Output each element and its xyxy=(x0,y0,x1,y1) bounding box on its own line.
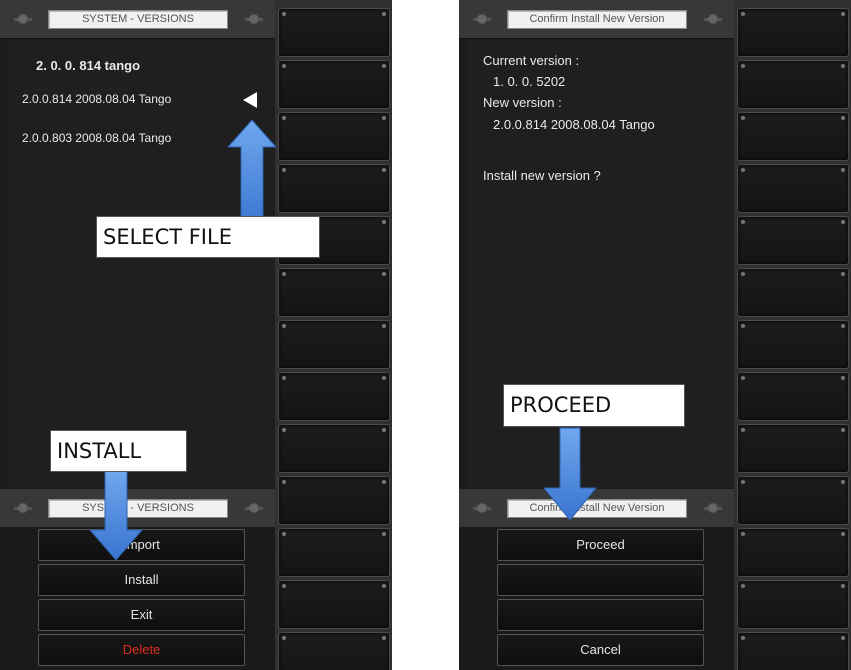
annotation-arrows xyxy=(88,119,598,561)
down-arrow-icon xyxy=(542,427,598,521)
proceed-annotation: PROCEED xyxy=(503,384,685,427)
down-arrow-icon xyxy=(88,469,144,561)
install-annotation: INSTALL xyxy=(50,430,187,472)
select-file-annotation: SELECT FILE xyxy=(96,216,320,258)
